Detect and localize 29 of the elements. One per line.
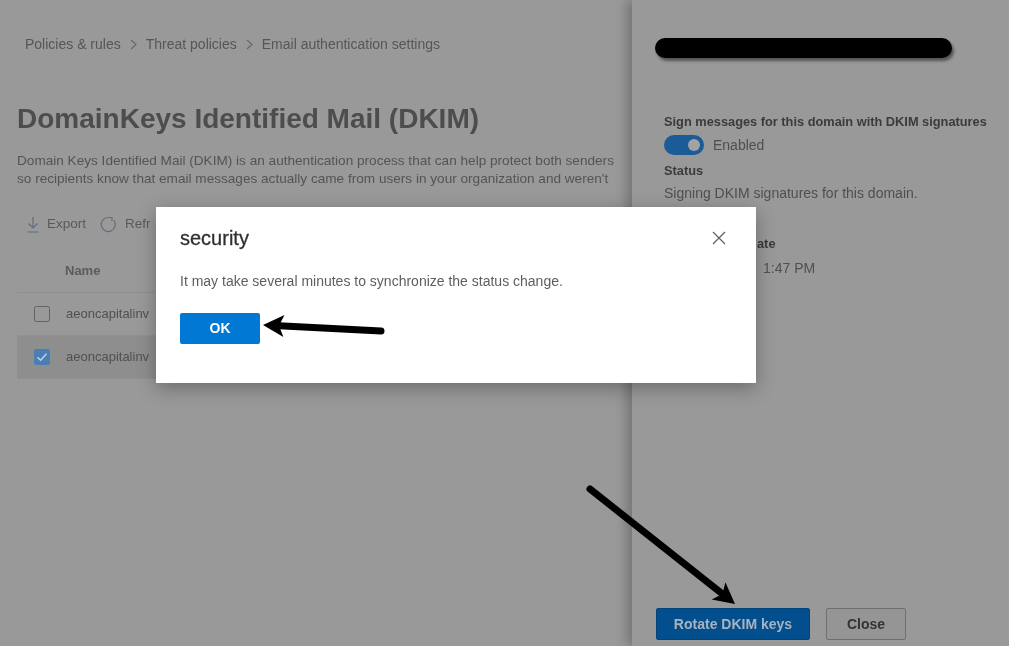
chevron-right-icon xyxy=(245,38,253,50)
export-button[interactable]: Export xyxy=(27,215,87,233)
field-value: Signing DKIM signatures for this domain. xyxy=(664,184,919,202)
dialog-message: It may take several minutes to synchronize the status change. xyxy=(180,272,564,290)
table-cell-text: aeoncapitalinv xyxy=(66,348,150,367)
table-cell-text: aeoncapitalinv xyxy=(66,305,150,324)
rotate-keys-button[interactable]: Rotate DKIM keys xyxy=(656,608,810,640)
download-icon xyxy=(27,215,39,233)
toggle-switch[interactable] xyxy=(664,135,704,155)
chevron-right-icon xyxy=(129,38,137,50)
refresh-icon xyxy=(100,215,118,233)
close-button[interactable]: Close xyxy=(826,608,906,640)
breadcrumb-link[interactable]: Email authentication settings xyxy=(261,35,440,53)
ok-button[interactable]: OK xyxy=(180,313,260,344)
breadcrumb-link[interactable]: Policies & rules xyxy=(25,35,121,53)
column-header[interactable]: Name xyxy=(65,260,101,281)
field-label: Status xyxy=(664,162,705,180)
checkbox[interactable] xyxy=(34,349,50,365)
field-value: 1:47 PM xyxy=(762,259,817,277)
field-label: Sign messages for this domain with DKIM signatures xyxy=(664,113,988,131)
field-label: ate xyxy=(757,235,777,253)
refresh-button[interactable]: Refr xyxy=(100,215,151,233)
dialog-title: security xyxy=(180,226,249,250)
breadcrumb-link[interactable]: Threat policies xyxy=(145,35,237,53)
toggle-state-text: Enabled xyxy=(713,136,765,154)
close-icon[interactable] xyxy=(712,231,726,245)
checkbox[interactable] xyxy=(34,306,50,322)
description-text: Domain Keys Identified Mail (DKIM) is an authentication process that can help protect both senders so recipients know that email messages actually came from users in your organization and weren't xyxy=(17,152,615,188)
page-title: DomainKeys Identified Mail (DKIM) xyxy=(17,103,481,135)
